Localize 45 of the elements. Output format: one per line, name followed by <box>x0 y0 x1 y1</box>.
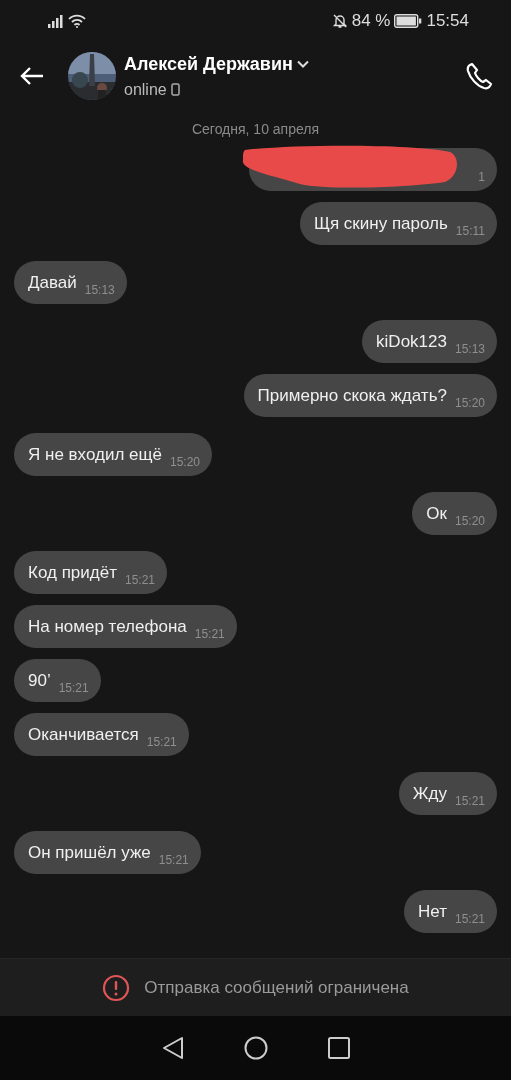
message-text: kiDok123 <box>376 330 447 353</box>
message-text: Код придёт <box>28 561 117 584</box>
date-divider: Сегодня, 10 апреля <box>190 120 321 139</box>
signal-icon <box>48 14 64 28</box>
bell-muted-icon <box>331 13 348 29</box>
wifi-icon <box>68 14 86 28</box>
status-time: 15:54 <box>426 10 469 33</box>
message-text: Жду <box>412 782 447 805</box>
contact-name[interactable]: Алексей Державин <box>124 50 293 78</box>
back-nav-icon[interactable] <box>161 1036 184 1060</box>
message-time: 15:13 <box>84 281 115 299</box>
presence-status: online <box>124 79 167 100</box>
chevron-down-icon[interactable] <box>296 60 309 68</box>
message-text: Щя скину пароль <box>313 212 448 235</box>
message-text: Давай <box>28 271 77 294</box>
message-time: 15:13 <box>454 340 485 358</box>
message-time: 15:21 <box>194 625 225 643</box>
message-time: 15:20 <box>454 512 485 530</box>
message-text: Нет <box>418 900 447 923</box>
message-time: 15:21 <box>454 910 485 928</box>
message-time: 15:21 <box>454 792 485 810</box>
home-nav-icon[interactable] <box>243 1036 268 1060</box>
message-text: Я не входил ещё <box>28 443 162 466</box>
message-time: 15:21 <box>158 851 189 869</box>
message-time: 15:21 <box>124 571 155 589</box>
phone-device-icon <box>170 83 180 96</box>
back-icon[interactable] <box>20 66 44 86</box>
message-text: Оканчивается <box>28 723 139 746</box>
message-time: 15:20 <box>169 453 200 471</box>
message-time: 15:20 <box>454 394 485 412</box>
message-text: Он пришёл уже <box>28 841 151 864</box>
recents-nav-icon[interactable] <box>327 1037 350 1059</box>
message-time: 1 <box>478 168 485 186</box>
warning-icon <box>102 973 131 1002</box>
phone-call-icon[interactable] <box>465 62 493 90</box>
message-time: 15:11 <box>455 222 485 240</box>
message-text: Ок <box>426 502 447 525</box>
restriction-notice: Отправка сообщений ограничена <box>144 976 409 999</box>
message-time: 15:21 <box>58 679 89 697</box>
message-text: На номер телефона <box>28 615 187 638</box>
battery-icon <box>394 14 423 28</box>
message-text: Примерно скока ждать? <box>257 384 447 407</box>
message-text: 90’ <box>28 669 51 692</box>
message-time: 15:21 <box>146 733 177 751</box>
battery-percent: 84 % <box>351 10 391 33</box>
